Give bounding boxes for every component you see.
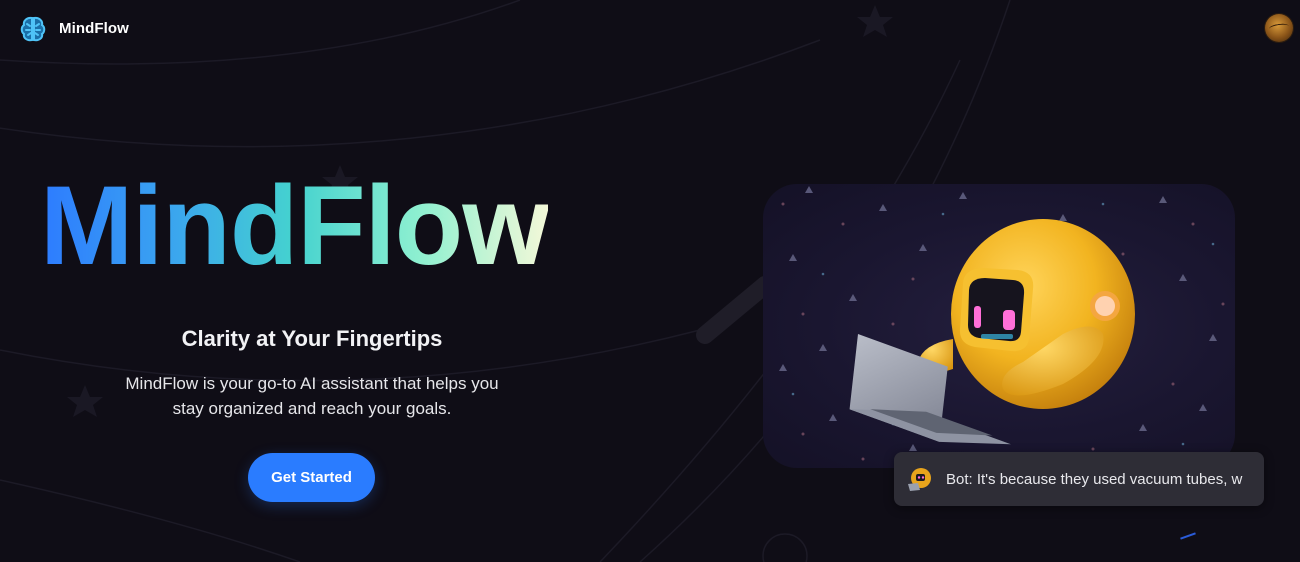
hero-title: MindFlow <box>40 163 549 288</box>
top-bar: MindFlow <box>0 0 1300 60</box>
hero-subtitle: Clarity at Your Fingertips <box>181 326 443 351</box>
robot-illustration-art <box>779 186 1225 461</box>
chat-message: Bot: It's because they used vacuum tubes… <box>946 471 1243 488</box>
get-started-button[interactable]: Get Started <box>248 453 375 502</box>
user-avatar[interactable] <box>1265 14 1293 42</box>
robot-avatar-icon <box>908 468 931 491</box>
hero-description-line-1: MindFlow is your go-to AI assistant that… <box>125 374 499 393</box>
hero-description-line-2: stay organized and reach your goals. <box>172 399 452 418</box>
decorative-stroke <box>1180 532 1196 540</box>
avatar-signature-mark <box>1268 22 1290 33</box>
chat-notification[interactable]: Bot: It's because they used vacuum tubes… <box>894 452 1264 506</box>
hero-description: MindFlow is your go-to AI assistant that… <box>92 371 532 421</box>
brand-name[interactable]: MindFlow <box>59 20 129 37</box>
robot-with-laptop-illustration <box>763 184 1235 468</box>
brain-icon[interactable] <box>18 14 48 44</box>
